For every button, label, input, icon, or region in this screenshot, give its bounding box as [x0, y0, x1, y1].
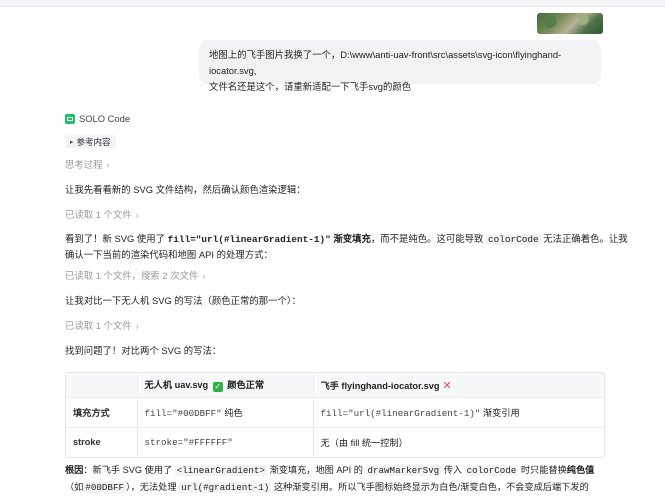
conclusion-code: <linearGradient>: [174, 465, 267, 476]
reference-label: 参考内容: [76, 136, 111, 147]
cross-icon: ✕: [442, 379, 452, 392]
paragraph-2: 看到了！新 SVG 使用了 fill="url(#linearGradient-…: [65, 231, 628, 262]
check-icon: ✓: [212, 382, 223, 393]
conclusion-code: colorCode: [464, 465, 519, 476]
conclusion-text: 渐变填充，地图 API 的: [266, 465, 366, 475]
conclusion-text: ），无法处理: [125, 482, 180, 492]
cell-text: 渐变引用: [480, 408, 520, 418]
solo-code-icon: [65, 113, 75, 124]
table-header-row: 无人机 uav.svg ✓ 颜色正常 飞手 flyinghand-iocator…: [66, 373, 604, 398]
p2-text-d: 无法正确着色。让我: [540, 233, 628, 244]
conclusion-text: ：新飞手 SVG 使用了: [83, 465, 175, 475]
conclusion-bold: 纯色值: [566, 465, 595, 475]
table-row: 填充方式 fill="#00DBFF" 纯色 fill="url(#linear…: [66, 397, 604, 428]
p2-text-e: 确认一下当前的渲染代码和地图 API 的处理方式：: [65, 249, 273, 260]
user-message-bubble: 地图上的飞手图片我换了一个，D:\www\anti-uav-front\src\…: [199, 40, 601, 92]
user-message-line-1: 地图上的飞手图片我换了一个，D:\www\anti-uav-front\src\…: [209, 49, 562, 76]
row-label: stroke: [66, 427, 138, 457]
p2-text-b: 渐变填充: [330, 233, 371, 244]
reference-toggle[interactable]: ▸ 参考内容: [65, 135, 116, 148]
tool-step-label: 已读取 1 个文件: [65, 320, 132, 331]
conclusion-text: 时只能替换: [518, 465, 567, 475]
header-uav-label: 无人机 uav.svg: [144, 380, 209, 391]
conclusion-text: （如: [65, 482, 84, 492]
chevron-right-icon: ▸: [70, 138, 74, 146]
cell-code: stroke="#FFFFFF": [144, 436, 233, 448]
thinking-label: 思考过程: [65, 159, 103, 170]
paragraph-1: 让我先看看新的 SVG 文件结构，然后确认颜色渲染逻辑：: [65, 184, 306, 195]
assistant-header: SOLO Code: [65, 113, 130, 124]
attached-map-thumbnail[interactable]: [537, 13, 603, 34]
cell-text: 无（由 fill 统一控制）: [320, 438, 408, 449]
header-uav-status: 颜色正常: [227, 380, 265, 391]
p2-text-c: ，而不是纯色。这可能导致: [370, 233, 486, 244]
chevron-right-icon: ›: [135, 210, 139, 220]
chevron-right-icon: ›: [135, 321, 139, 331]
conclusion-text: 传入: [441, 465, 465, 475]
table-header-flyinghand: 飞手 flyinghand-iocator.svg ✕: [313, 373, 604, 398]
user-message-line-2: 文件名还是这个，请重新适配一下飞手svg的颜色: [209, 81, 412, 92]
row-flyinghand-cell: fill="url(#linearGradient-1)" 渐变引用: [313, 397, 604, 428]
conclusion-lead: 根因: [65, 465, 84, 475]
p2-code-gradient: fill="url(#linearGradient-1)": [167, 234, 331, 245]
row-flyinghand-cell: 无（由 fill 统一控制）: [313, 427, 604, 457]
table-header-empty: [66, 373, 138, 398]
conclusion-code: #00DBFF: [83, 482, 126, 493]
tool-step-2[interactable]: 已读取 1 个文件，搜索 2 次文件 ›: [65, 268, 205, 282]
conclusion-code: drawMarkerSvg: [365, 465, 442, 476]
row-uav-cell: fill="#00DBFF" 纯色: [137, 397, 314, 428]
tool-step-label: 已读取 1 个文件: [65, 209, 132, 220]
tool-step-label: 已读取 1 个文件，搜索 2 次文件: [65, 270, 199, 281]
conclusion-paragraph: 根因：新飞手 SVG 使用了 <linearGradient> 渐变填充，地图 …: [65, 462, 605, 496]
assistant-name: SOLO Code: [79, 113, 131, 124]
tool-step-1[interactable]: 已读取 1 个文件 ›: [65, 207, 139, 221]
row-label: 填充方式: [66, 397, 138, 428]
conclusion-text: 这种渐变引用。所以飞手图标始终显示为白色/渐变白色，不会变成后端下发的: [271, 482, 589, 492]
chevron-right-icon: ›: [202, 271, 206, 281]
paragraph-3: 让我对比一下无人机 SVG 的写法（颜色正常的那一个）：: [65, 295, 301, 306]
top-bar: [0, 0, 665, 7]
cell-text: 纯色: [221, 408, 243, 418]
table-header-uav: 无人机 uav.svg ✓ 颜色正常: [137, 373, 314, 398]
cell-code: fill="#00DBFF": [144, 408, 222, 419]
comparison-table: 无人机 uav.svg ✓ 颜色正常 飞手 flyinghand-iocator…: [65, 372, 605, 458]
thinking-toggle[interactable]: 思考过程 ›: [65, 157, 110, 171]
table-row: stroke stroke="#FFFFFF" 无（由 fill 统一控制）: [66, 427, 604, 457]
chevron-right-icon: ›: [106, 160, 110, 170]
cell-code: fill="url(#linearGradient-1)": [320, 408, 481, 419]
p2-text-a: 看到了！新 SVG 使用了: [65, 233, 168, 244]
header-flyinghand-label: 飞手 flyinghand-iocator.svg: [320, 380, 440, 391]
tool-step-3[interactable]: 已读取 1 个文件 ›: [65, 318, 139, 332]
row-uav-cell: stroke="#FFFFFF": [137, 427, 314, 457]
paragraph-4: 找到问题了！对比两个 SVG 的写法：: [65, 345, 222, 356]
conclusion-code: url(#gradient-1): [179, 482, 272, 493]
p2-code-colorcode: colorCode: [486, 234, 541, 245]
